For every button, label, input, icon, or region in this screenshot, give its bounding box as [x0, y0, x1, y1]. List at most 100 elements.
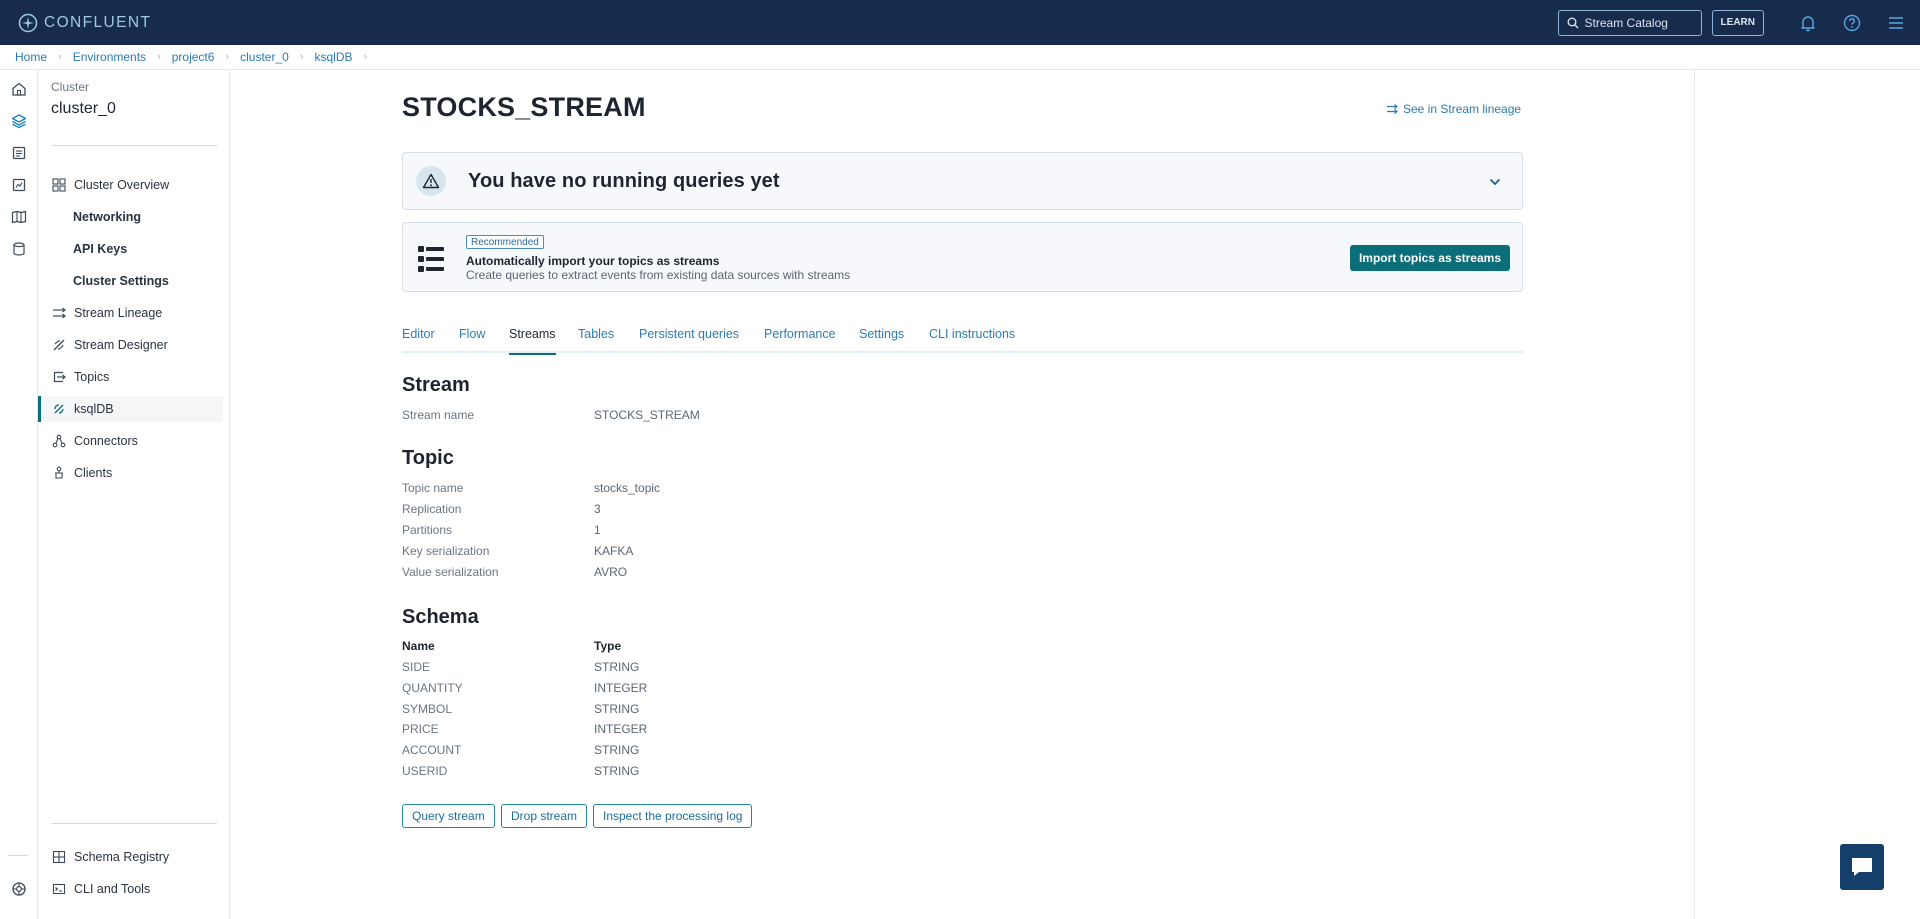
- sidebar-item-stream-designer[interactable]: Stream Designer: [38, 332, 223, 358]
- tab-tables[interactable]: Tables: [578, 327, 614, 353]
- sidebar-subtitle: Cluster: [51, 80, 90, 94]
- home-icon: [12, 82, 26, 96]
- search-icon: [1567, 17, 1579, 28]
- partitions-value: 1: [594, 523, 601, 537]
- topic-name-value: stocks_topic: [594, 481, 661, 495]
- breadcrumb-environments[interactable]: Environments: [73, 50, 146, 64]
- rail-stream-governance[interactable]: [10, 176, 28, 194]
- database-icon: [13, 242, 25, 256]
- value-serialization-label: Value serialization: [402, 565, 499, 579]
- schema-field-type: STRING: [594, 764, 640, 778]
- grid-icon: [52, 178, 66, 192]
- sidebar-item-label: CLI and Tools: [74, 882, 151, 896]
- list-icon-wrap: [417, 245, 445, 273]
- topic-heading: Topic: [402, 447, 454, 469]
- sidebar-item-ksqldb[interactable]: ksqlDB: [38, 396, 223, 422]
- schema-field-type: STRING: [594, 660, 640, 674]
- partitions-label: Partitions: [402, 523, 453, 537]
- tab-persistent-queries[interactable]: Persistent queries: [639, 327, 739, 353]
- top-nav-bar: CONFLUENT Stream Catalog LEARN: [0, 0, 1920, 45]
- inspect-processing-log-button[interactable]: Inspect the processing log: [593, 804, 753, 828]
- designer-icon: [53, 339, 65, 351]
- sidebar-item-connectors[interactable]: Connectors: [38, 428, 223, 454]
- rail-divider: [8, 855, 28, 856]
- sidebar-item-label: Cluster Settings: [73, 274, 169, 288]
- stream-heading: Stream: [402, 374, 470, 396]
- expand-toggle[interactable]: [1488, 175, 1502, 189]
- schema-heading: Schema: [402, 606, 479, 628]
- tab-settings[interactable]: Settings: [859, 327, 904, 353]
- drop-stream-button[interactable]: Drop stream: [501, 804, 588, 828]
- breadcrumb-separator: ›: [225, 51, 230, 63]
- breadcrumb-cluster[interactable]: cluster_0: [240, 50, 289, 64]
- learn-button[interactable]: LEARN: [1711, 9, 1764, 36]
- lifebuoy-icon: [12, 882, 26, 896]
- replication-value: 3: [594, 502, 601, 516]
- breadcrumb-environment[interactable]: project6: [172, 50, 215, 64]
- help-button[interactable]: [1830, 0, 1874, 45]
- query-stream-button[interactable]: Query stream: [402, 804, 495, 828]
- cluster-sidebar: Cluster cluster_0 Cluster Overview Netwo…: [38, 70, 230, 919]
- no-queries-message: You have no running queries yet: [468, 169, 780, 192]
- hamburger-menu-icon: [1889, 16, 1903, 29]
- no-queries-panel[interactable]: You have no running queries yet: [402, 152, 1523, 210]
- rail-learn[interactable]: [10, 208, 28, 226]
- tab-performance[interactable]: Performance: [764, 327, 836, 353]
- schema-field-name: PRICE: [402, 722, 439, 736]
- sidebar-item-label: Stream Lineage: [74, 306, 163, 320]
- stream-name-value: STOCKS_STREAM: [594, 408, 700, 422]
- chat-bubble-icon: [1852, 858, 1872, 876]
- confluent-logo[interactable]: CONFLUENT: [18, 13, 151, 33]
- lineage-link-label: See in Stream lineage: [1403, 102, 1522, 116]
- rail-database[interactable]: [10, 240, 28, 258]
- rail-support[interactable]: [10, 880, 28, 898]
- schema-field-type: STRING: [594, 702, 640, 716]
- sidebar-item-cluster-settings[interactable]: Cluster Settings: [38, 268, 223, 294]
- breadcrumb-ksqldb[interactable]: ksqlDB: [314, 50, 352, 64]
- search-placeholder: Stream Catalog: [1584, 15, 1668, 30]
- brand-name: CONFLUENT: [44, 13, 152, 31]
- key-serialization-label: Key serialization: [402, 544, 490, 558]
- sidebar-item-schema-registry[interactable]: Schema Registry: [38, 844, 223, 870]
- layers-icon: [11, 114, 27, 129]
- rail-data-portal[interactable]: [10, 144, 28, 162]
- sidebar-item-label: Topics: [74, 370, 110, 384]
- tab-streams[interactable]: Streams: [509, 327, 556, 355]
- sidebar-item-api-keys[interactable]: API Keys: [38, 236, 223, 262]
- sidebar-item-cli-and-tools[interactable]: CLI and Tools: [38, 876, 223, 902]
- breadcrumb-separator: ›: [157, 51, 161, 63]
- stream-catalog-search[interactable]: Stream Catalog: [1557, 9, 1702, 36]
- sidebar-item-label: Clients: [74, 466, 113, 480]
- sidebar-item-label: Connectors: [74, 434, 138, 448]
- schema-field-name: USERID: [402, 764, 448, 778]
- replication-label: Replication: [402, 502, 462, 516]
- rail-environments[interactable]: [10, 112, 28, 130]
- notifications-button[interactable]: [1786, 0, 1830, 45]
- sidebar-item-networking[interactable]: Networking: [38, 204, 223, 230]
- tab-editor[interactable]: Editor: [402, 327, 435, 353]
- sidebar-item-stream-lineage[interactable]: Stream Lineage: [38, 300, 223, 326]
- clients-icon: [55, 466, 63, 479]
- lineage-icon: [1387, 104, 1398, 114]
- main-menu-button[interactable]: [1874, 0, 1918, 45]
- sidebar-item-clients[interactable]: Clients: [38, 460, 223, 486]
- sidebar-item-label: ksqlDB: [74, 402, 114, 416]
- breadcrumb-home[interactable]: Home: [15, 50, 47, 64]
- import-topics-button[interactable]: Import topics as streams: [1349, 245, 1510, 271]
- sidebar-item-cluster-overview[interactable]: Cluster Overview: [38, 172, 223, 198]
- help-icon: [1843, 14, 1861, 31]
- warning-badge: [416, 166, 446, 196]
- sidebar-item-label: Schema Registry: [74, 850, 170, 864]
- see-in-stream-lineage-link[interactable]: See in Stream lineage: [1386, 102, 1521, 116]
- schema-col-type: Type: [594, 639, 622, 653]
- rail-home[interactable]: [10, 80, 28, 98]
- sidebar-item-topics[interactable]: Topics: [38, 364, 223, 390]
- recommendation-description: Create queries to extract events from ex…: [466, 268, 851, 282]
- chat-widget-button[interactable]: [1840, 844, 1884, 890]
- tab-cli-instructions[interactable]: CLI instructions: [929, 327, 1015, 353]
- tab-flow[interactable]: Flow: [459, 327, 485, 353]
- book-icon: [11, 210, 27, 224]
- chevron-down-icon: [1489, 178, 1501, 186]
- stream-list-icon: [418, 246, 444, 272]
- breadcrumb: Home › Environments › project6 › cluster…: [0, 45, 1920, 70]
